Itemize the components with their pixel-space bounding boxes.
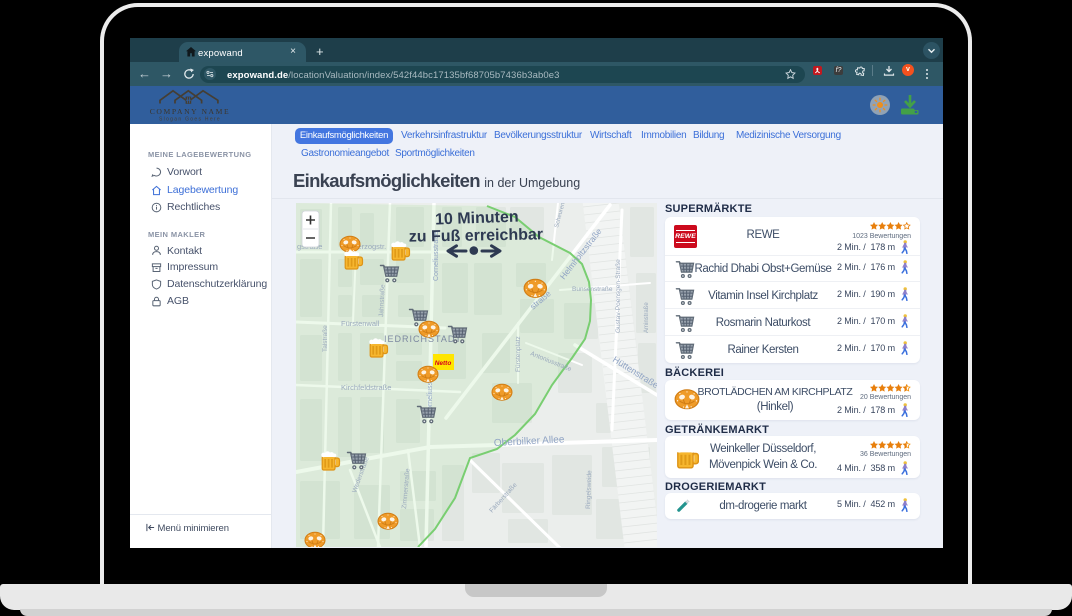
svg-text:Fürstenwall: Fürstenwall — [341, 319, 380, 328]
svg-text:Bunsenstraße: Bunsenstraße — [572, 286, 613, 293]
svg-text:Slogan Goes Here: Slogan Goes Here — [159, 116, 221, 122]
svg-text:zu Fuß erreichbar: zu Fuß erreichbar — [409, 226, 544, 245]
svg-text:Kirchfeldstraße: Kirchfeldstraße — [341, 383, 391, 392]
svg-text:Gustav-Poensgen-Straße: Gustav-Poensgen-Straße — [615, 259, 622, 333]
svg-text:Netto: Netto — [435, 360, 452, 367]
svg-text:COMPANY NAME: COMPANY NAME — [150, 107, 230, 116]
svg-text:Fürstenplatz: Fürstenplatz — [515, 336, 522, 372]
svg-text:10 Minuten: 10 Minuten — [435, 209, 519, 229]
svg-text:Aminstraße: Aminstraße — [644, 302, 650, 333]
svg-text:Ringelsweide: Ringelsweide — [585, 470, 593, 509]
svg-text:Talstraße: Talstraße — [322, 325, 329, 352]
